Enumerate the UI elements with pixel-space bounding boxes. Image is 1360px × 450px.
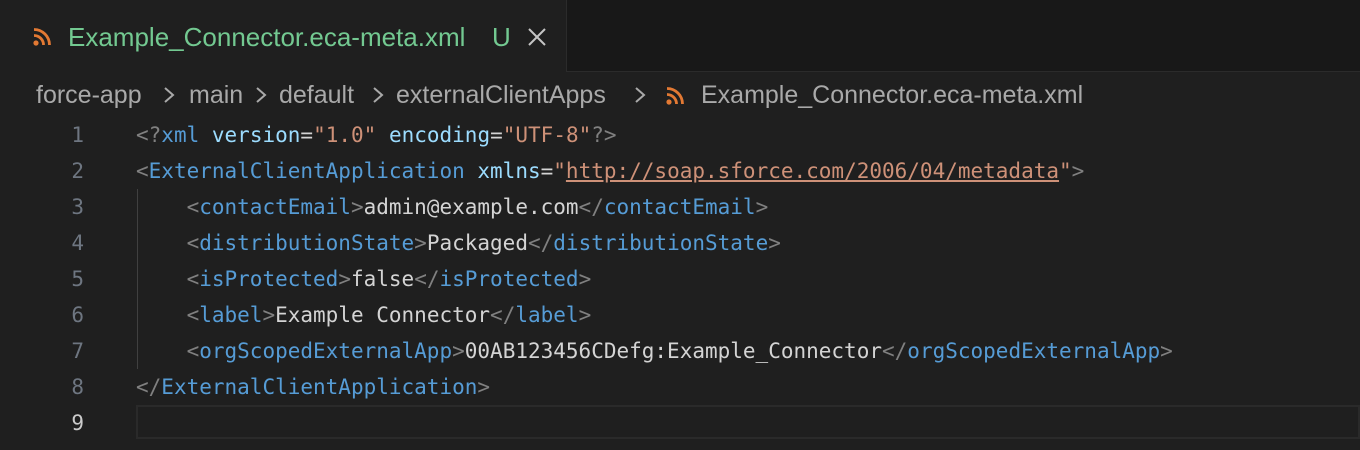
breadcrumb: force-app main default externalClientApp… <box>0 72 1360 118</box>
code-editor[interactable]: 1 <?xml version="1.0" encoding="UTF-8"?>… <box>0 117 1360 450</box>
line-number: 6 <box>71 303 84 327</box>
code-text: <distributionState>Packaged</distributio… <box>186 231 781 255</box>
line-number: 3 <box>71 195 84 219</box>
breadcrumb-item-main[interactable]: main <box>189 81 243 110</box>
code-line: 4 <distributionState>Packaged</distribut… <box>0 225 1360 261</box>
line-number: 8 <box>71 375 84 399</box>
breadcrumb-item-default[interactable]: default <box>279 81 354 110</box>
code-line: 2 <ExternalClientApplication xmlns="http… <box>0 153 1360 189</box>
rss-icon <box>666 87 684 105</box>
line-number: 5 <box>71 267 84 291</box>
tab-bar: Example_Connector.eca-meta.xml U <box>0 0 1360 72</box>
line-number: 1 <box>71 123 84 147</box>
tab-title: Example_Connector.eca-meta.xml <box>68 22 466 52</box>
code-line: 7 <orgScopedExternalApp>00AB123456CDefg:… <box>0 333 1360 369</box>
code-text: <isProtected>false</isProtected> <box>186 267 592 291</box>
namespace-link[interactable]: http://soap.sforce.com/2006/04/metadata <box>566 159 1059 183</box>
line-number: 7 <box>71 339 84 363</box>
line-number: 9 <box>71 411 84 435</box>
code-text: <?xml version="1.0" encoding="UTF-8"?> <box>136 123 617 147</box>
code-line: 8 </ExternalClientApplication> <box>0 369 1360 405</box>
breadcrumb-item-externalclientapps[interactable]: externalClientApps <box>396 81 606 110</box>
git-status-badge: U <box>492 22 511 52</box>
code-line: 3 <contactEmail>admin@example.com</conta… <box>0 189 1360 225</box>
breadcrumb-item-file[interactable]: Example_Connector.eca-meta.xml <box>701 81 1083 110</box>
code-line: 6 <label>Example Connector</label> <box>0 297 1360 333</box>
code-line: 1 <?xml version="1.0" encoding="UTF-8"?> <box>0 117 1360 153</box>
code-text: <orgScopedExternalApp>00AB123456CDefg:Ex… <box>186 339 1173 363</box>
code-line: 5 <isProtected>false</isProtected> <box>0 261 1360 297</box>
close-icon[interactable] <box>526 26 548 48</box>
line-number: 4 <box>71 231 84 255</box>
tab-example-connector[interactable]: Example_Connector.eca-meta.xml U <box>0 0 567 72</box>
code-text: <contactEmail>admin@example.com</contact… <box>186 195 769 219</box>
line-number: 2 <box>71 159 84 183</box>
chevron-right-icon <box>635 87 646 103</box>
breadcrumb-item-force-app[interactable]: force-app <box>36 81 142 110</box>
code-text: </ExternalClientApplication> <box>136 375 491 399</box>
code-text: <ExternalClientApplication xmlns="http:/… <box>136 159 1085 183</box>
rss-icon <box>33 28 51 46</box>
code-text: <label>Example Connector</label> <box>186 303 592 327</box>
code-line-active: 9 <box>0 405 1360 441</box>
chevron-right-icon <box>164 87 175 103</box>
chevron-right-icon <box>373 87 384 103</box>
chevron-right-icon <box>256 87 267 103</box>
